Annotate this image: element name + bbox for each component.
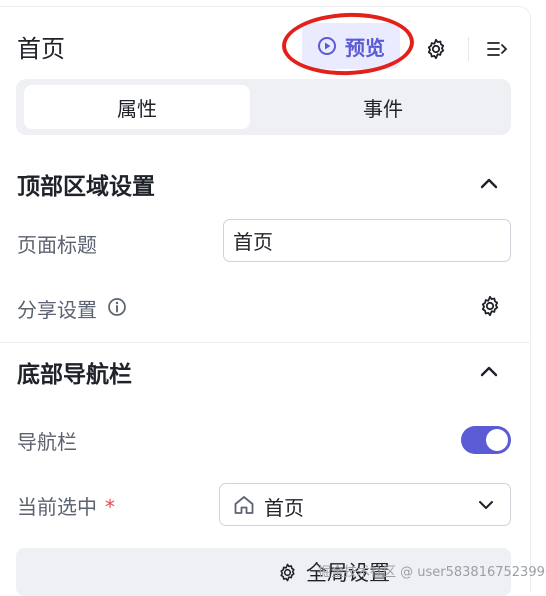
- play-circle-icon: [318, 37, 336, 55]
- share-settings-label: 分享设置: [17, 298, 97, 322]
- tab-properties[interactable]: 属性: [24, 85, 250, 129]
- preview-button[interactable]: 预览: [302, 23, 400, 69]
- chevron-up-icon[interactable]: [476, 171, 502, 197]
- share-settings-gear-icon[interactable]: [478, 294, 502, 318]
- page-title-label: 页面标题: [17, 233, 97, 257]
- current-selected-text: 当前选中: [17, 495, 97, 519]
- section-title-bottom-nav: 底部导航栏: [17, 362, 132, 388]
- home-icon: [234, 496, 254, 514]
- properties-panel: 首页 预览 属性 事件 顶部区域设置 页面标题 首页 分享设置 底部导航栏 导航…: [0, 6, 546, 596]
- tab-events[interactable]: 事件: [264, 85, 502, 129]
- toggle-knob: [486, 429, 508, 451]
- chevron-up-icon[interactable]: [476, 359, 502, 385]
- navbar-toggle[interactable]: [461, 426, 511, 454]
- section-divider: [0, 342, 531, 343]
- chevron-down-icon: [479, 501, 493, 509]
- panel-header: 首页 预览: [0, 7, 531, 85]
- watermark: 掘金技术社区 @ user5838167523996: [318, 565, 546, 580]
- section-title-top-area: 顶部区域设置: [17, 174, 155, 200]
- navbar-label: 导航栏: [17, 430, 77, 454]
- gear-icon[interactable]: [424, 37, 448, 61]
- gear-icon: [280, 563, 295, 581]
- preview-label: 预览: [345, 35, 385, 60]
- current-selected-dropdown[interactable]: 首页: [219, 483, 511, 526]
- tab-bar: 属性 事件: [16, 79, 511, 135]
- page-title-input[interactable]: [223, 219, 511, 262]
- required-mark: *: [105, 495, 115, 519]
- dropdown-value: 首页: [264, 496, 304, 520]
- info-icon[interactable]: [107, 297, 127, 317]
- current-selected-label: 当前选中 *: [17, 491, 115, 520]
- page-title: 首页: [17, 35, 65, 63]
- header-divider: [468, 37, 469, 61]
- collapse-panel-icon[interactable]: [485, 37, 509, 61]
